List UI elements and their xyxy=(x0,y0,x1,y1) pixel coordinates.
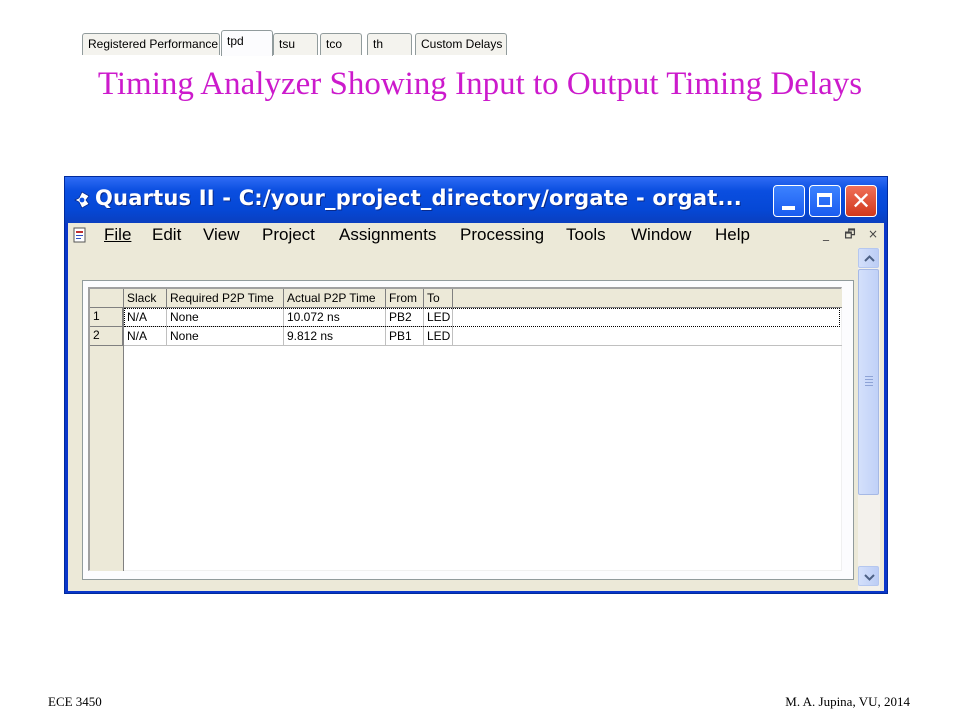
row-number[interactable]: 2 xyxy=(90,327,123,346)
thumb-grip xyxy=(865,379,873,380)
scroll-down-button[interactable] xyxy=(858,566,879,586)
menu-window[interactable]: Window xyxy=(631,225,691,245)
cell-actual-p2p-time[interactable]: 9.812 ns xyxy=(284,327,386,346)
menu-project-label: Project xyxy=(262,225,315,244)
column-header-to[interactable]: To xyxy=(424,289,453,308)
column-header-from[interactable]: From xyxy=(386,289,424,308)
column-header-actual-p2p-time[interactable]: Actual P2P Time xyxy=(284,289,386,308)
menu-processing-label: Processing xyxy=(460,225,545,244)
corner-header[interactable] xyxy=(90,289,124,308)
cell-to[interactable]: LED xyxy=(424,327,453,346)
footer-course: ECE 3450 xyxy=(48,694,102,709)
column-header-filler xyxy=(453,289,842,308)
menu-edit-label: Edit xyxy=(152,225,182,244)
menu-assignments-label: Assignments xyxy=(339,225,437,244)
scroll-up-button[interactable] xyxy=(858,248,879,268)
menu-file[interactable]: File xyxy=(104,225,131,245)
menu-processing[interactable]: Processing xyxy=(460,225,544,245)
window-titlebar[interactable]: Quartus II - C:/your_project_directory/o… xyxy=(65,177,887,223)
menu-view[interactable]: View xyxy=(203,225,240,245)
chevron-down-icon xyxy=(864,574,875,581)
tab-th[interactable]: th xyxy=(367,33,412,55)
thumb-grip xyxy=(865,376,873,377)
menu-help-label: Help xyxy=(715,225,750,244)
menu-help[interactable]: Help xyxy=(715,225,750,245)
menu-project[interactable]: Project xyxy=(262,225,315,245)
tab-tsu[interactable]: tsu xyxy=(273,33,318,55)
close-icon: ✕ xyxy=(850,187,872,215)
window-title: Quartus II - C:/your_project_directory/o… xyxy=(95,186,742,210)
maximize-icon xyxy=(817,193,832,207)
tab-custom-delays[interactable]: Custom Delays xyxy=(415,33,507,55)
cell-slack[interactable]: N/A xyxy=(124,327,167,346)
column-header-slack[interactable]: Slack xyxy=(124,289,167,308)
footer-author: M. A. Jupina, VU, 2014 xyxy=(785,694,910,709)
maximize-button[interactable] xyxy=(809,185,841,217)
document-icon[interactable] xyxy=(72,227,88,243)
close-button[interactable]: ✕ xyxy=(845,185,877,217)
vertical-scrollbar[interactable] xyxy=(858,248,880,590)
tab-tco[interactable]: tco xyxy=(320,33,362,55)
menubar: File Edit View Project Assignments Proce… xyxy=(68,223,884,247)
thumb-grip xyxy=(865,385,873,386)
selected-row-focus xyxy=(124,308,840,327)
minimize-button[interactable] xyxy=(773,185,805,217)
quartus-app-icon[interactable] xyxy=(73,191,91,209)
menu-file-label: File xyxy=(104,225,132,244)
tab-registered-performance[interactable]: Registered Performance xyxy=(82,33,220,55)
column-header-required-p2p-time[interactable]: Required P2P Time xyxy=(167,289,284,308)
slide-title: Timing Analyzer Showing Input to Output … xyxy=(97,66,863,102)
tab-tpd[interactable]: tpd xyxy=(221,30,273,56)
cell-filler xyxy=(453,327,842,346)
mdi-restore-icon[interactable]: 🗗 xyxy=(842,226,858,242)
mdi-minimize-icon[interactable]: _ xyxy=(818,226,834,242)
cell-required-p2p-time[interactable]: None xyxy=(167,327,284,346)
menu-tools-label: Tools xyxy=(566,225,606,244)
row-number[interactable]: 1 xyxy=(90,308,123,327)
results-table: Slack Required P2P Time Actual P2P Time … xyxy=(88,287,842,571)
minimize-icon xyxy=(782,206,795,210)
menu-view-label: View xyxy=(203,225,240,244)
menu-edit[interactable]: Edit xyxy=(152,225,181,245)
menu-tools[interactable]: Tools xyxy=(566,225,606,245)
menu-assignments[interactable]: Assignments xyxy=(339,225,436,245)
chevron-up-icon xyxy=(864,255,875,262)
cell-from[interactable]: PB1 xyxy=(386,327,424,346)
scroll-thumb[interactable] xyxy=(858,269,879,495)
thumb-grip xyxy=(865,382,873,383)
menu-window-label: Window xyxy=(631,225,692,244)
mdi-close-icon[interactable]: × xyxy=(865,226,881,242)
